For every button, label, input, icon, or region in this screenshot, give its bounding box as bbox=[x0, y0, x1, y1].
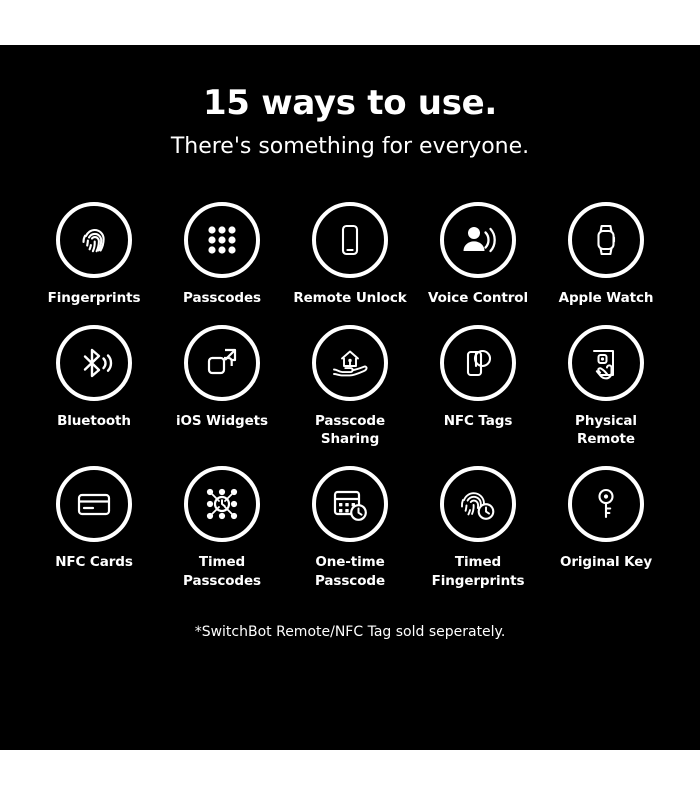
icon-circle bbox=[312, 201, 388, 278]
fingerprint-clock-icon bbox=[457, 483, 499, 525]
icon-circle bbox=[440, 466, 516, 543]
smartphone-icon bbox=[331, 221, 369, 259]
key-icon bbox=[587, 485, 625, 523]
feature-label: Passcodes bbox=[183, 289, 261, 306]
headings-block: 15 ways to use. There's something for ev… bbox=[0, 45, 700, 160]
feature-item-bluetooth[interactable]: Bluetooth bbox=[30, 307, 158, 448]
page-root: 15 ways to use. There's something for ev… bbox=[0, 0, 700, 800]
feature-item-voice-control[interactable]: Voice Control bbox=[414, 184, 542, 307]
feature-label: Physical Remote bbox=[575, 412, 637, 448]
fingerprint-icon bbox=[74, 220, 114, 260]
icon-circle bbox=[312, 466, 388, 543]
nfc-phone-tag-icon bbox=[459, 344, 497, 382]
feature-label: Original Key bbox=[559, 554, 653, 571]
feature-item-fingerprints[interactable]: Fingerprints bbox=[30, 184, 158, 307]
feature-label: iOS Widgets bbox=[176, 412, 268, 429]
feature-label: Passcode Sharing bbox=[314, 412, 385, 448]
timed-passcode-icon bbox=[202, 484, 242, 524]
feature-label: Fingerprints bbox=[47, 289, 141, 306]
feature-item-ios-widgets[interactable]: iOS Widgets bbox=[158, 307, 286, 448]
footnote-text: *SwitchBot Remote/NFC Tag sold seperatel… bbox=[194, 623, 506, 640]
bluetooth-icon bbox=[74, 343, 114, 383]
icon-circle bbox=[440, 324, 516, 401]
feature-item-one-time-passcode[interactable]: One-time Passcode bbox=[286, 448, 414, 589]
keypad-dots-icon bbox=[203, 221, 241, 259]
page-title: 15 ways to use. bbox=[202, 83, 498, 123]
feature-item-nfc-cards[interactable]: NFC Cards bbox=[30, 448, 158, 589]
feature-label: Timed Fingerprints bbox=[431, 554, 525, 589]
feature-item-remote-unlock[interactable]: Remote Unlock bbox=[286, 184, 414, 307]
feature-item-timed-passcodes[interactable]: Timed Passcodes bbox=[158, 448, 286, 589]
feature-item-passcode-sharing[interactable]: Passcode Sharing bbox=[286, 307, 414, 448]
icon-circle bbox=[440, 201, 516, 278]
icon-circle bbox=[184, 324, 260, 401]
icon-circle bbox=[184, 466, 260, 543]
widgets-squares-icon bbox=[203, 344, 241, 382]
card-icon bbox=[74, 484, 114, 524]
icon-circle bbox=[56, 466, 132, 543]
icon-circle bbox=[568, 201, 644, 278]
feature-label: Timed Passcodes bbox=[183, 554, 261, 589]
icon-circle bbox=[56, 324, 132, 401]
feature-item-nfc-tags[interactable]: NFC Tags bbox=[414, 307, 542, 448]
page-subtitle: There's something for everyone. bbox=[170, 134, 530, 160]
feature-label: Apple Watch bbox=[558, 289, 654, 306]
icon-circle bbox=[568, 466, 644, 543]
icon-circle bbox=[56, 201, 132, 278]
apple-watch-icon bbox=[587, 221, 625, 259]
feature-label: Remote Unlock bbox=[293, 289, 407, 306]
hand-remote-icon bbox=[586, 343, 626, 383]
icon-circle bbox=[312, 324, 388, 401]
icon-circle bbox=[184, 201, 260, 278]
feature-label: NFC Tags bbox=[443, 412, 513, 429]
feature-item-apple-watch[interactable]: Apple Watch bbox=[542, 184, 670, 307]
feature-label: Voice Control bbox=[428, 289, 528, 306]
feature-item-original-key[interactable]: Original Key bbox=[542, 448, 670, 589]
feature-item-passcodes[interactable]: Passcodes bbox=[158, 184, 286, 307]
icon-circle bbox=[568, 324, 644, 401]
feature-label: NFC Cards bbox=[55, 554, 133, 571]
feature-label: Bluetooth bbox=[57, 412, 131, 429]
feature-item-timed-fingerprints[interactable]: Timed Fingerprints bbox=[414, 448, 542, 589]
voice-person-icon bbox=[458, 220, 498, 260]
feature-grid: Fingerprints Passcodes Remote Unlock Voi… bbox=[30, 184, 670, 590]
calendar-clock-icon bbox=[330, 484, 370, 524]
house-on-hand-icon bbox=[329, 342, 371, 384]
feature-label: One-time Passcode bbox=[314, 554, 385, 589]
feature-item-physical-remote[interactable]: Physical Remote bbox=[542, 307, 670, 448]
feature-panel: 15 ways to use. There's something for ev… bbox=[0, 45, 700, 750]
